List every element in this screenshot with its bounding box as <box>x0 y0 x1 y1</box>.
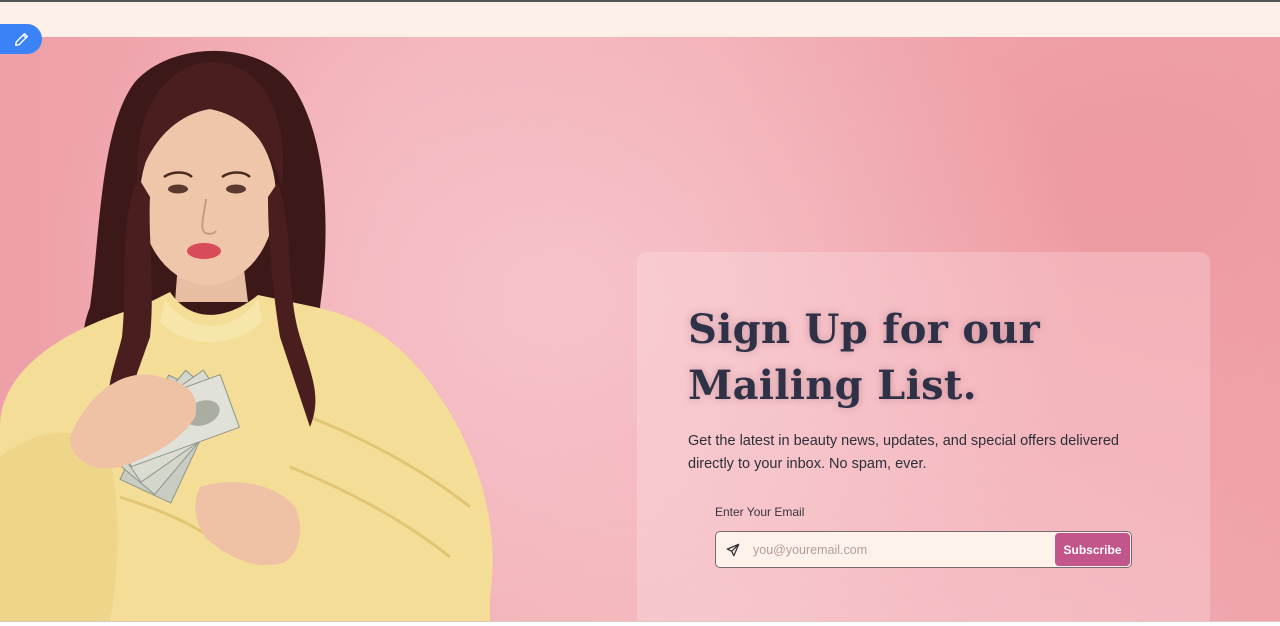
signup-card: Sign Up for our Mailing List. Get the la… <box>637 252 1210 621</box>
pencil-icon <box>14 32 28 46</box>
hero-section: Sign Up for our Mailing List. Get the la… <box>0 37 1280 621</box>
send-icon <box>726 543 740 557</box>
email-form: Subscribe <box>715 531 1132 568</box>
email-label: Enter Your Email <box>715 505 805 519</box>
edit-button[interactable] <box>0 24 42 54</box>
signup-title: Sign Up for our Mailing List. <box>688 306 1041 409</box>
hero-photo <box>0 50 493 621</box>
subscribe-button[interactable]: Subscribe <box>1055 533 1130 566</box>
signup-description: Get the latest in beauty news, updates, … <box>688 433 1119 472</box>
bottom-strip <box>0 621 1280 626</box>
top-bar <box>0 2 1280 37</box>
email-input[interactable] <box>748 534 1048 565</box>
